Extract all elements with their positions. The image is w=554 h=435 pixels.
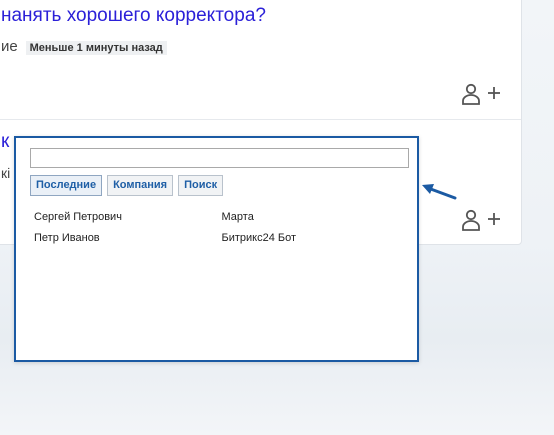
user-search-input[interactable] [30, 148, 409, 168]
contact-item[interactable]: Марта [222, 211, 410, 223]
contact-item[interactable]: Петр Иванов [34, 232, 222, 244]
contact-item[interactable]: Сергей Петрович [34, 211, 222, 223]
meta-truncated-text: ие [1, 38, 18, 55]
tab-search[interactable]: Поиск [178, 175, 224, 196]
add-user-icon [462, 83, 500, 105]
tab-recent[interactable]: Последние [30, 175, 103, 196]
user-picker-popup: Последние Компания Поиск Сергей Петрович… [14, 136, 419, 362]
list-item: Сергей Петрович Марта [34, 206, 409, 227]
question-title-partial[interactable]: к [1, 131, 9, 153]
follow-button[interactable] [461, 209, 501, 231]
question-divider [0, 119, 521, 120]
list-item: Петр Иванов Битрикс24 Бот [34, 227, 409, 248]
arrow-pointer-icon [422, 184, 457, 200]
contact-list: Сергей Петрович Марта Петр Иванов Битрик… [34, 206, 409, 248]
question-meta-partial: кі [1, 165, 11, 181]
follow-button[interactable] [461, 83, 501, 105]
tab-company[interactable]: Компания [107, 175, 174, 196]
question-title[interactable]: нанять хорошего корректора? [1, 5, 266, 27]
contact-item[interactable]: Битрикс24 Бот [222, 232, 410, 244]
question-meta: ие Меньше 1 минуты назад [1, 38, 167, 55]
time-badge: Меньше 1 минуты назад [25, 41, 167, 55]
picker-tabs: Последние Компания Поиск [30, 175, 224, 196]
add-user-icon [462, 209, 500, 231]
